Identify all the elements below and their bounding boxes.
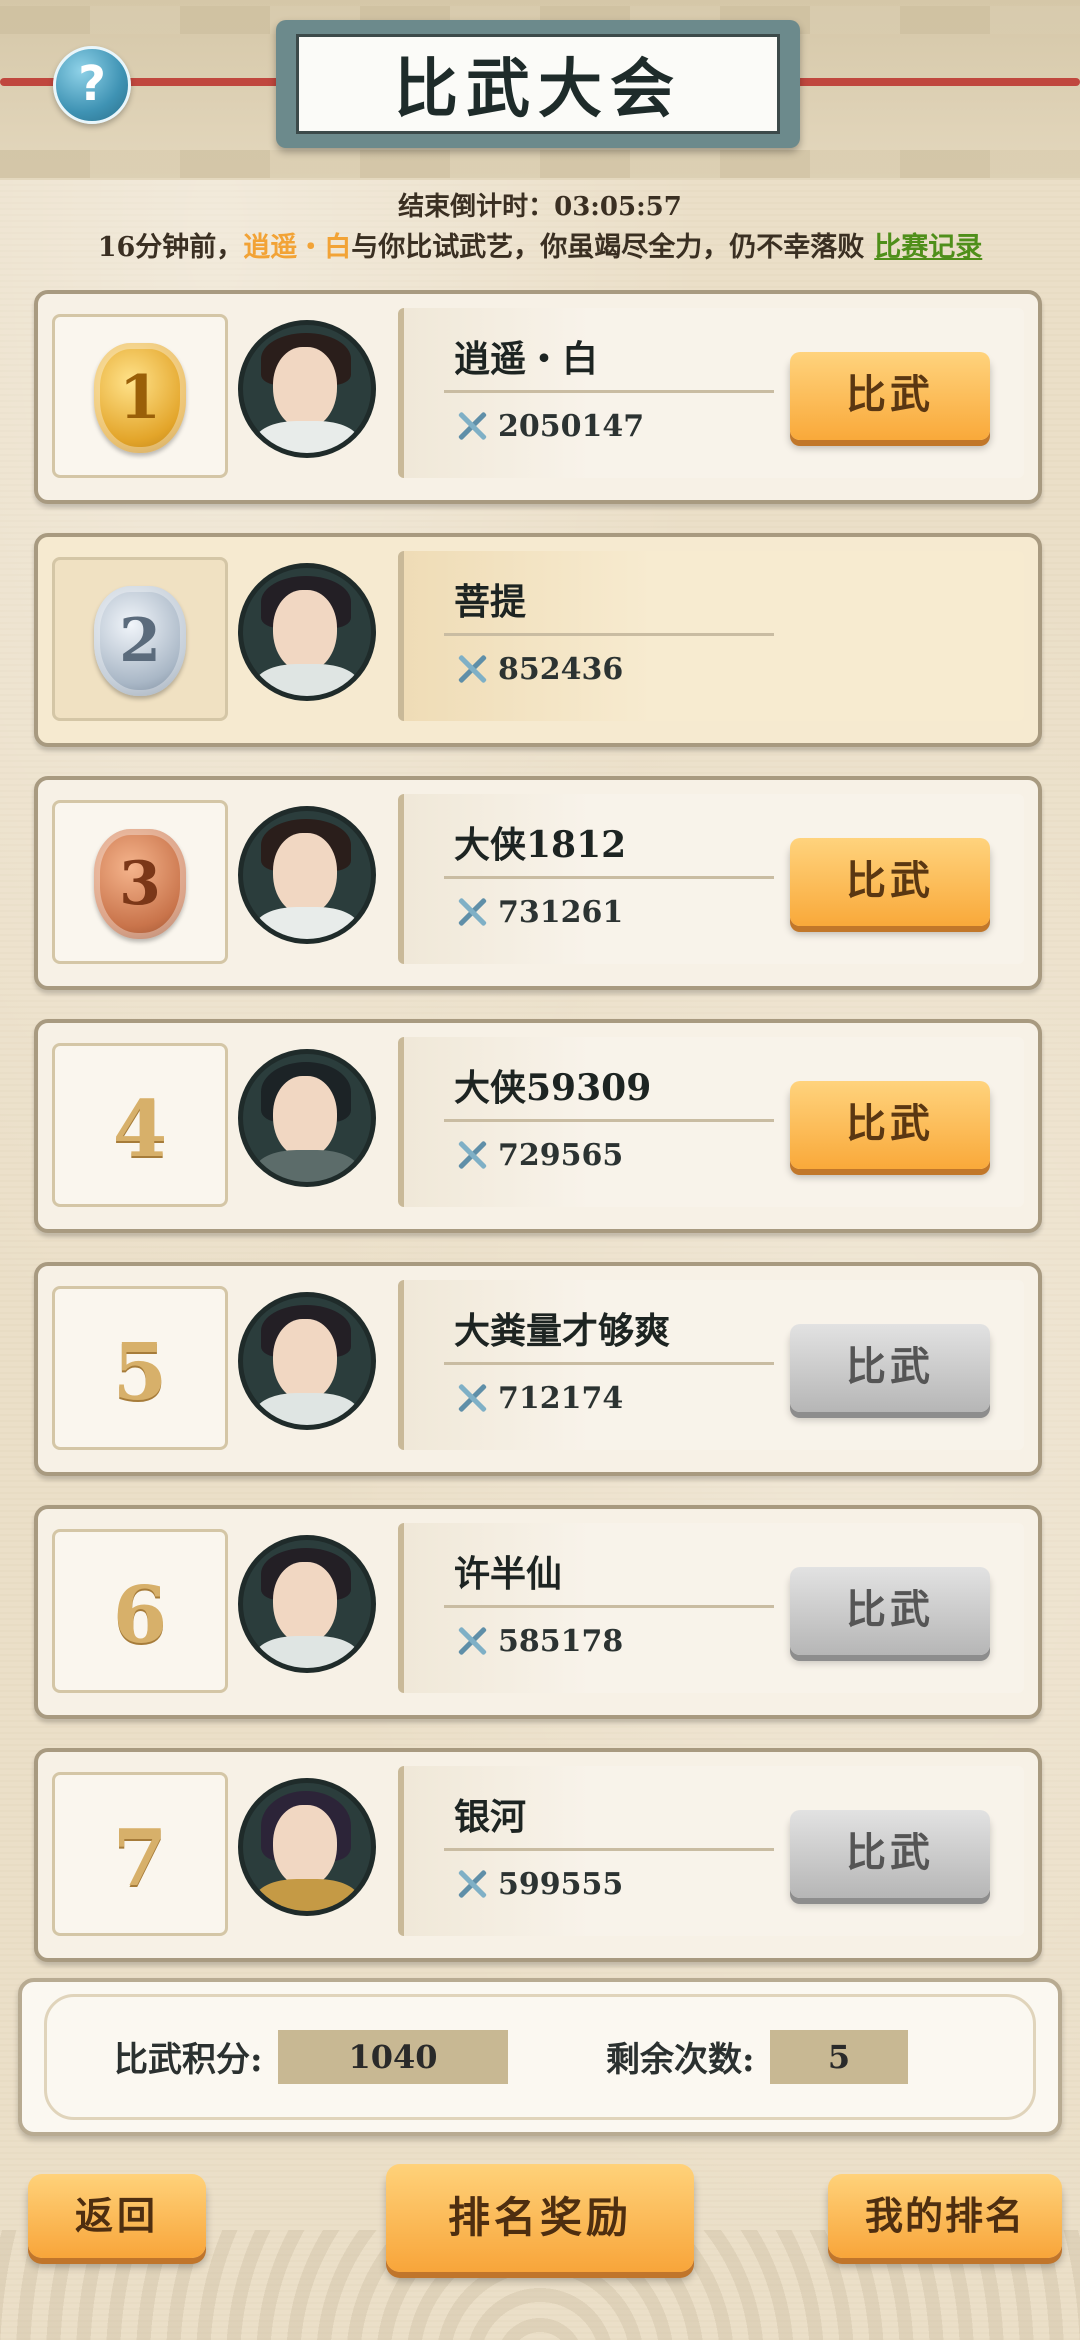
combat-power: 729565 <box>454 1137 623 1173</box>
player-name: 大粪量才够爽 <box>454 1310 671 1352</box>
ranking-row: 1 逍遥・白 2050147 比武 <box>34 290 1042 504</box>
red-rope-right <box>790 78 1080 86</box>
combat-power: 599555 <box>454 1866 623 1902</box>
my-ranking-button[interactable]: 我的排名 <box>828 2174 1062 2258</box>
combat-power: 712174 <box>454 1380 623 1416</box>
avatar[interactable] <box>238 1535 376 1673</box>
countdown-value: 03:05:57 <box>554 192 682 222</box>
player-name: 银河 <box>454 1796 527 1838</box>
rank-badge-box: 3 <box>52 800 228 964</box>
title-plaque: 比武大会 <box>276 20 800 148</box>
rank-number: 6 <box>112 1570 168 1661</box>
ranking-row-self: 2 菩提 852436 <box>34 533 1042 747</box>
combat-power-value: 731261 <box>498 894 624 930</box>
combat-power-value: 599555 <box>498 1866 624 1902</box>
crossed-swords-icon <box>454 408 490 444</box>
countdown: 结束倒计时：03:05:57 <box>0 186 1080 223</box>
rank-number: 4 <box>112 1084 168 1175</box>
divider <box>444 1119 774 1122</box>
cloud-decoration <box>0 150 1080 178</box>
combat-power-value: 712174 <box>498 1380 624 1416</box>
combat-power-value: 585178 <box>498 1623 624 1659</box>
rank-number: 5 <box>112 1327 168 1418</box>
back-button[interactable]: 返回 <box>28 2174 206 2258</box>
ranking-row: 3 大侠1812 731261 比武 <box>34 776 1042 990</box>
divider <box>444 1848 774 1851</box>
ranking-row: 4 大侠59309 729565 比武 <box>34 1019 1042 1233</box>
avatar[interactable] <box>238 563 376 701</box>
crossed-swords-icon <box>454 651 490 687</box>
rank-badge-box: 1 <box>52 314 228 478</box>
combat-power: 852436 <box>454 651 623 687</box>
help-button[interactable]: ? <box>53 46 131 124</box>
combat-power: 731261 <box>454 894 623 930</box>
challenge-button[interactable]: 比武 <box>790 352 990 440</box>
score-panel: 比武积分: 1040 剩余次数: 5 <box>18 1978 1062 2136</box>
silver-medal-icon: 2 <box>94 586 186 696</box>
notice-opponent-name: 逍遥・白 <box>243 232 352 263</box>
challenge-button-disabled[interactable]: 比武 <box>790 1567 990 1655</box>
player-name: 大侠59309 <box>454 1067 652 1109</box>
avatar[interactable] <box>238 320 376 458</box>
challenge-button[interactable]: 比武 <box>790 1081 990 1169</box>
player-name: 逍遥・白 <box>454 338 599 380</box>
gold-medal-icon: 1 <box>94 343 186 453</box>
ranking-rewards-button[interactable]: 排名奖励 <box>386 2164 694 2272</box>
crossed-swords-icon <box>454 1623 490 1659</box>
crossed-swords-icon <box>454 894 490 930</box>
points-label: 比武积分: <box>114 2040 263 2080</box>
rank-badge-box: 5 <box>52 1286 228 1450</box>
divider <box>444 1362 774 1365</box>
combat-power-value: 852436 <box>498 651 624 687</box>
challenge-button-disabled[interactable]: 比武 <box>790 1324 990 1412</box>
challenge-button-disabled[interactable]: 比武 <box>790 1810 990 1898</box>
ranking-row: 6 许半仙 585178 比武 <box>34 1505 1042 1719</box>
countdown-label: 结束倒计时： <box>398 192 555 222</box>
points-value: 1040 <box>278 2030 508 2084</box>
rank-badge-box: 7 <box>52 1772 228 1936</box>
avatar[interactable] <box>238 1778 376 1916</box>
combat-power-value: 729565 <box>498 1137 624 1173</box>
avatar[interactable] <box>238 1292 376 1430</box>
rank-badge-box: 2 <box>52 557 228 721</box>
player-info-panel: 菩提 852436 <box>398 551 1024 721</box>
divider <box>444 876 774 879</box>
challenge-button[interactable]: 比武 <box>790 838 990 926</box>
avatar[interactable] <box>238 1049 376 1187</box>
combat-power-value: 2050147 <box>498 408 645 444</box>
crossed-swords-icon <box>454 1380 490 1416</box>
notice-suffix: 与你比试武艺，你虽竭尽全力，仍不幸落败 <box>351 232 865 263</box>
notice-prefix: 16分钟前， <box>97 232 244 263</box>
player-name: 许半仙 <box>454 1553 563 1595</box>
player-name: 大侠1812 <box>454 824 627 866</box>
crossed-swords-icon <box>454 1137 490 1173</box>
remaining-label: 剩余次数: <box>606 2040 755 2080</box>
match-record-link[interactable]: 比赛记录 <box>874 232 982 263</box>
ranking-row: 5 大粪量才够爽 712174 比武 <box>34 1262 1042 1476</box>
combat-power: 585178 <box>454 1623 623 1659</box>
player-name: 菩提 <box>454 581 527 623</box>
divider <box>444 1605 774 1608</box>
battle-notice: 16分钟前，逍遥・白与你比试武艺，你虽竭尽全力，仍不幸落败 比赛记录 <box>0 225 1080 264</box>
ranking-row: 7 银河 599555 比武 <box>34 1748 1042 1962</box>
page-title: 比武大会 <box>296 34 780 134</box>
red-rope-left <box>0 78 290 86</box>
rank-number: 7 <box>112 1813 168 1904</box>
divider <box>444 390 774 393</box>
combat-power: 2050147 <box>454 408 644 444</box>
remaining-value: 5 <box>770 2030 908 2084</box>
rank-badge-box: 4 <box>52 1043 228 1207</box>
question-icon: ? <box>78 56 106 112</box>
divider <box>444 633 774 636</box>
crossed-swords-icon <box>454 1866 490 1902</box>
rank-badge-box: 6 <box>52 1529 228 1693</box>
avatar[interactable] <box>238 806 376 944</box>
bronze-medal-icon: 3 <box>94 829 186 939</box>
